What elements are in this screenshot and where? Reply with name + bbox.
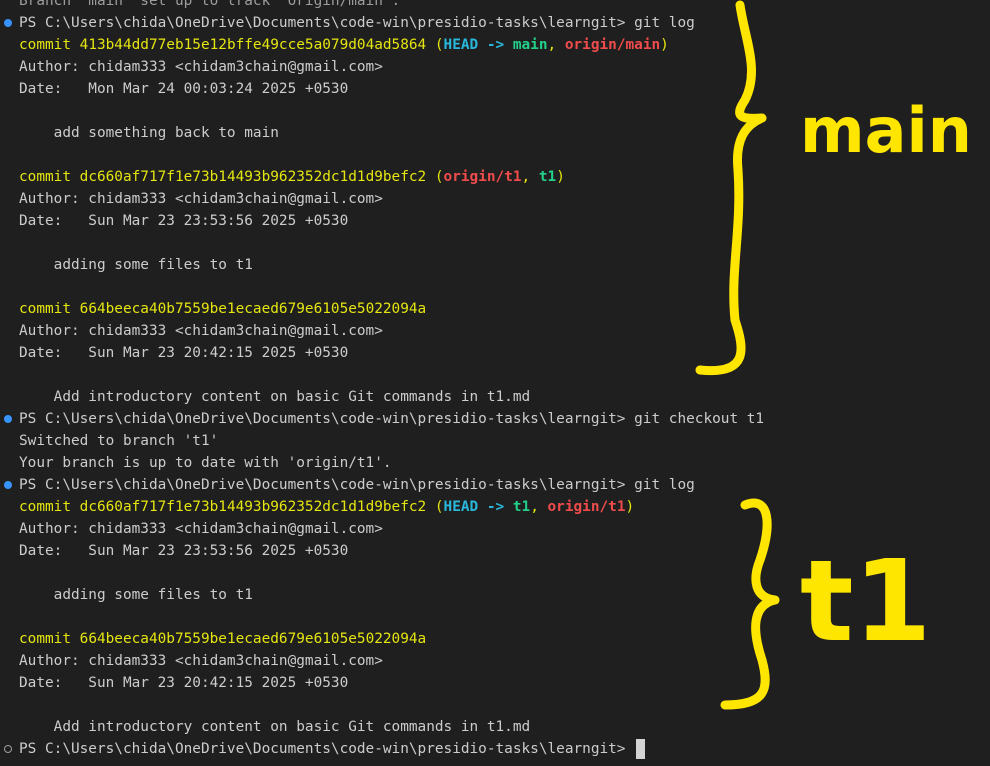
commit-hash: 664beeca40b7559be1ecaed679e6105e5022094a bbox=[79, 301, 427, 317]
prompt-line: PS C:\Users\chida\OneDrive\Documents\cod… bbox=[0, 12, 990, 34]
line-text: adding some files to t1 bbox=[19, 257, 253, 273]
commit-line: commit 664beeca40b7559be1ecaed679e6105e5… bbox=[0, 628, 990, 650]
ref-label: t1 bbox=[512, 499, 531, 515]
output-line: Date: Sun Mar 23 23:53:56 2025 +0530 bbox=[0, 540, 990, 562]
commit-keyword: commit bbox=[19, 631, 80, 647]
commit-keyword: commit bbox=[19, 37, 80, 53]
output-line: Branch 'main' set up to track 'origin/ma… bbox=[0, 0, 990, 12]
line-text: Date: Sun Mar 23 20:42:15 2025 +0530 bbox=[19, 675, 349, 691]
line-text: Author: chidam333 <chidam3chain@gmail.co… bbox=[19, 653, 383, 669]
output-line: adding some files to t1 bbox=[0, 254, 990, 276]
commit-hash: 664beeca40b7559be1ecaed679e6105e5022094a bbox=[79, 631, 427, 647]
output-line: adding some files to t1 bbox=[0, 584, 990, 606]
output-line: Switched to branch 't1' bbox=[0, 430, 990, 452]
output-line: Author: chidam333 <chidam3chain@gmail.co… bbox=[0, 56, 990, 78]
command-status-icon[interactable] bbox=[4, 481, 12, 489]
line-text: Add introductory content on basic Git co… bbox=[19, 389, 531, 405]
line-text: Date: Sun Mar 23 20:42:15 2025 +0530 bbox=[19, 345, 349, 361]
commit-line: commit 664beeca40b7559be1ecaed679e6105e5… bbox=[0, 298, 990, 320]
line-text: Date: Sun Mar 23 23:53:56 2025 +0530 bbox=[19, 213, 349, 229]
ref-label: HEAD -> bbox=[443, 499, 513, 515]
ref-label: , bbox=[547, 37, 565, 53]
output-line: Author: chidam333 <chidam3chain@gmail.co… bbox=[0, 188, 990, 210]
command-status-icon[interactable] bbox=[4, 745, 12, 753]
ref-label: HEAD -> bbox=[443, 37, 513, 53]
line-text: PS C:\Users\chida\OneDrive\Documents\cod… bbox=[19, 411, 765, 427]
ref-label: , bbox=[530, 499, 548, 515]
line-text: adding some files to t1 bbox=[19, 587, 253, 603]
prompt-line: PS C:\Users\chida\OneDrive\Documents\cod… bbox=[0, 408, 990, 430]
commit-hash: dc660af717f1e73b14493b962352dc1d1d9befc2 bbox=[79, 169, 427, 185]
line-text: PS C:\Users\chida\OneDrive\Documents\cod… bbox=[19, 15, 695, 31]
command-status-icon[interactable] bbox=[4, 415, 12, 423]
line-text: Date: Sun Mar 23 23:53:56 2025 +0530 bbox=[19, 543, 349, 559]
line-text: PS C:\Users\chida\OneDrive\Documents\cod… bbox=[19, 741, 635, 757]
output-line: Author: chidam333 <chidam3chain@gmail.co… bbox=[0, 518, 990, 540]
output-line: add something back to main bbox=[0, 122, 990, 144]
line-text: add something back to main bbox=[19, 125, 279, 141]
commit-hash: 413b44dd77eb15e12bffe49cce5a079d04ad5864 bbox=[79, 37, 427, 53]
commit-line: commit dc660af717f1e73b14493b962352dc1d1… bbox=[19, 169, 565, 185]
output-line: Author: chidam333 <chidam3chain@gmail.co… bbox=[0, 650, 990, 672]
line-text: Author: chidam333 <chidam3chain@gmail.co… bbox=[19, 191, 383, 207]
ref-label: origin/t1 bbox=[547, 499, 626, 515]
ref-label: t1 bbox=[538, 169, 557, 185]
output-line: Date: Mon Mar 24 00:03:24 2025 +0530 bbox=[0, 78, 990, 100]
line-text: Branch 'main' set up to track 'origin/ma… bbox=[19, 0, 401, 9]
commit-keyword: commit bbox=[19, 169, 80, 185]
line-text: Your branch is up to date with 'origin/t… bbox=[19, 455, 392, 471]
prompt-line: PS C:\Users\chida\OneDrive\Documents\cod… bbox=[0, 738, 990, 760]
line-text: PS C:\Users\chida\OneDrive\Documents\cod… bbox=[19, 477, 695, 493]
ref-label: origin/main bbox=[564, 37, 661, 53]
commit-line: commit dc660af717f1e73b14493b962352dc1d1… bbox=[19, 499, 635, 515]
ref-label: , bbox=[521, 169, 539, 185]
commit-keyword: commit bbox=[19, 301, 80, 317]
command-status-icon[interactable] bbox=[4, 19, 12, 27]
terminal-cursor bbox=[636, 739, 646, 759]
prompt-line: PS C:\Users\chida\OneDrive\Documents\cod… bbox=[0, 474, 990, 496]
line-text: Date: Mon Mar 24 00:03:24 2025 +0530 bbox=[19, 81, 349, 97]
output-line: Author: chidam333 <chidam3chain@gmail.co… bbox=[0, 320, 990, 342]
output-line: Add introductory content on basic Git co… bbox=[0, 386, 990, 408]
output-line: Your branch is up to date with 'origin/t… bbox=[0, 452, 990, 474]
terminal-output[interactable]: Branch 'main' set up to track 'origin/ma… bbox=[0, 0, 990, 760]
commit-line: commit 413b44dd77eb15e12bffe49cce5a079d0… bbox=[19, 37, 669, 53]
output-line: Date: Sun Mar 23 20:42:15 2025 +0530 bbox=[0, 342, 990, 364]
line-text: Author: chidam333 <chidam3chain@gmail.co… bbox=[19, 521, 383, 537]
output-line: Date: Sun Mar 23 20:42:15 2025 +0530 bbox=[0, 672, 990, 694]
ref-label: main bbox=[512, 37, 548, 53]
ref-label: origin/t1 bbox=[443, 169, 522, 185]
output-line: Add introductory content on basic Git co… bbox=[0, 716, 990, 738]
line-text: Author: chidam333 <chidam3chain@gmail.co… bbox=[19, 59, 383, 75]
commit-hash: dc660af717f1e73b14493b962352dc1d1d9befc2 bbox=[79, 499, 427, 515]
line-text: Switched to branch 't1' bbox=[19, 433, 219, 449]
commit-keyword: commit bbox=[19, 499, 80, 515]
output-line: Date: Sun Mar 23 23:53:56 2025 +0530 bbox=[0, 210, 990, 232]
line-text: Author: chidam333 <chidam3chain@gmail.co… bbox=[19, 323, 383, 339]
line-text: Add introductory content on basic Git co… bbox=[19, 719, 531, 735]
